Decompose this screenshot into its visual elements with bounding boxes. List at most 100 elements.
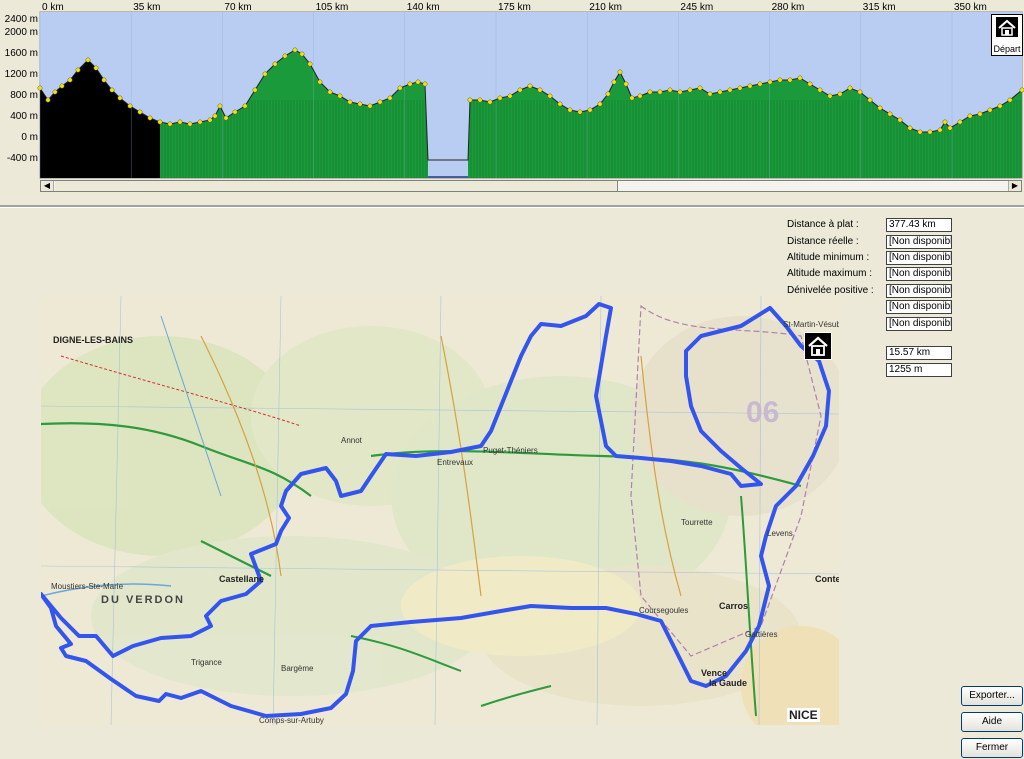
profile-waypoint[interactable] (547, 93, 553, 99)
profile-waypoint[interactable] (611, 79, 617, 85)
profile-waypoint[interactable] (52, 89, 58, 95)
profile-waypoint[interactable] (487, 99, 493, 105)
profile-waypoint[interactable] (717, 89, 723, 95)
profile-waypoint[interactable] (847, 85, 853, 91)
profile-waypoint[interactable] (212, 113, 218, 119)
profile-waypoint[interactable] (697, 85, 703, 91)
scroll-left-arrow[interactable]: ◀ (41, 181, 54, 191)
profile-waypoint[interactable] (517, 87, 523, 93)
profile-waypoint[interactable] (477, 97, 483, 103)
profile-waypoint[interactable] (527, 83, 533, 89)
profile-waypoint[interactable] (827, 93, 833, 99)
profile-waypoint[interactable] (557, 101, 563, 107)
profile-waypoint[interactable] (137, 109, 143, 115)
profile-waypoint[interactable] (942, 119, 948, 125)
profile-waypoint[interactable] (75, 67, 81, 73)
profile-waypoint[interactable] (272, 61, 278, 67)
profile-waypoint[interactable] (299, 51, 305, 57)
elevation-profile-chart[interactable] (0, 0, 1024, 180)
profile-waypoint[interactable] (85, 57, 91, 63)
profile-waypoint[interactable] (45, 97, 51, 103)
profile-waypoint[interactable] (217, 103, 223, 109)
profile-waypoint[interactable] (907, 125, 913, 131)
profile-waypoint[interactable] (657, 89, 663, 95)
profile-waypoint[interactable] (807, 81, 813, 87)
profile-waypoint[interactable] (387, 95, 393, 101)
profile-waypoint[interactable] (59, 83, 65, 89)
profile-waypoint[interactable] (1007, 97, 1013, 103)
export-button[interactable]: Exporter... (961, 686, 1023, 706)
profile-waypoint[interactable] (737, 85, 743, 91)
start-marker[interactable]: Départ (991, 14, 1023, 56)
profile-waypoint[interactable] (957, 119, 963, 125)
profile-waypoint[interactable] (629, 95, 635, 101)
profile-waypoint[interactable] (787, 77, 793, 83)
profile-waypoint[interactable] (127, 103, 133, 109)
profile-waypoint[interactable] (327, 89, 333, 95)
profile-waypoint[interactable] (687, 87, 693, 93)
profile-waypoint[interactable] (223, 115, 229, 121)
profile-waypoint[interactable] (617, 69, 623, 75)
profile-waypoint[interactable] (317, 79, 323, 85)
profile-waypoint[interactable] (282, 53, 288, 59)
profile-waypoint[interactable] (597, 101, 603, 107)
profile-waypoint[interactable] (347, 99, 353, 105)
profile-waypoint[interactable] (109, 87, 115, 93)
profile-waypoint[interactable] (977, 111, 983, 117)
profile-waypoint[interactable] (867, 97, 873, 103)
profile-waypoint[interactable] (187, 121, 193, 127)
profile-waypoint[interactable] (857, 89, 863, 95)
profile-waypoint[interactable] (887, 111, 893, 117)
profile-waypoint[interactable] (757, 81, 763, 87)
profile-waypoint[interactable] (817, 87, 823, 93)
profile-waypoint[interactable] (647, 89, 653, 95)
profile-waypoint[interactable] (357, 101, 363, 107)
profile-waypoint[interactable] (837, 91, 843, 97)
profile-waypoint[interactable] (987, 107, 993, 113)
profile-waypoint[interactable] (37, 85, 43, 91)
profile-waypoint[interactable] (727, 87, 733, 93)
profile-waypoint[interactable] (242, 103, 248, 109)
map-canvas[interactable] (41, 296, 839, 725)
profile-waypoint[interactable] (767, 79, 773, 85)
profile-waypoint[interactable] (407, 81, 413, 87)
profile-waypoint[interactable] (507, 93, 513, 99)
profile-waypoint[interactable] (157, 119, 163, 125)
profile-waypoint[interactable] (623, 81, 629, 87)
profile-waypoint[interactable] (707, 91, 713, 97)
close-button[interactable]: Fermer (961, 738, 1023, 758)
profile-waypoint[interactable] (117, 95, 123, 101)
profile-waypoint[interactable] (605, 91, 611, 97)
profile-waypoint[interactable] (497, 95, 503, 101)
profile-waypoint[interactable] (997, 103, 1003, 109)
profile-waypoint[interactable] (415, 79, 421, 85)
profile-waypoint[interactable] (307, 61, 313, 67)
profile-waypoint[interactable] (292, 47, 298, 53)
profile-waypoint[interactable] (667, 87, 673, 93)
profile-waypoint[interactable] (367, 103, 373, 109)
profile-waypoint[interactable] (232, 109, 238, 115)
route-map[interactable]: DIGNE-LES-BAINS Castellane NICE DU VERDO… (41, 296, 839, 725)
profile-waypoint[interactable] (937, 127, 943, 133)
profile-waypoint[interactable] (947, 125, 953, 131)
profile-waypoint[interactable] (917, 129, 923, 135)
profile-waypoint[interactable] (927, 129, 933, 135)
profile-waypoint[interactable] (197, 119, 203, 125)
profile-waypoint[interactable] (467, 97, 473, 103)
profile-waypoint[interactable] (67, 77, 73, 83)
profile-waypoint[interactable] (177, 119, 183, 125)
profile-waypoint[interactable] (797, 75, 803, 81)
profile-scrollbar[interactable]: ◀ ▶ (40, 180, 1022, 192)
profile-waypoint[interactable] (677, 89, 683, 95)
profile-waypoint[interactable] (747, 83, 753, 89)
profile-waypoint[interactable] (637, 93, 643, 99)
map-start-home-icon[interactable] (804, 332, 832, 360)
profile-waypoint[interactable] (1019, 87, 1024, 93)
profile-waypoint[interactable] (567, 107, 573, 113)
scroll-thumb[interactable] (55, 181, 618, 191)
profile-waypoint[interactable] (577, 109, 583, 115)
profile-waypoint[interactable] (397, 85, 403, 91)
profile-waypoint[interactable] (897, 117, 903, 123)
help-button[interactable]: Aide (961, 712, 1023, 732)
profile-waypoint[interactable] (101, 77, 107, 83)
